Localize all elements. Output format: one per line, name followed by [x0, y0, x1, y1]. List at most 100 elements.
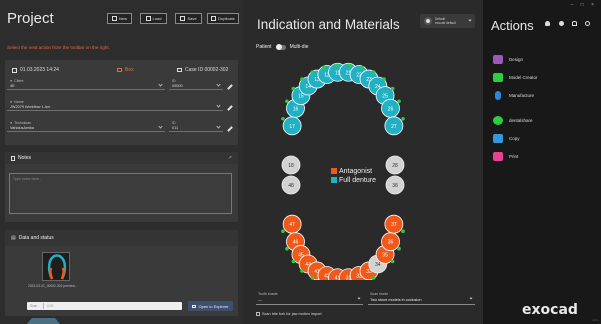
jaw-preview-icon — [47, 254, 67, 280]
action-dentalshare[interactable]: dentalshare — [493, 116, 533, 125]
chevron-down-icon — [469, 296, 473, 300]
folder-id-icon — [177, 68, 182, 72]
person-icon: ● — [10, 79, 13, 83]
tooth-17[interactable]: 17 — [282, 116, 302, 136]
legend-full-denture-label: Full denture — [339, 177, 376, 184]
design-icon — [493, 55, 503, 64]
client-id-select[interactable]: ID 00000 — [169, 79, 223, 90]
tooth-number: 16 — [293, 106, 299, 112]
action-print[interactable]: Print — [493, 152, 518, 161]
bottom-tab[interactable] — [27, 318, 60, 324]
tooth-26[interactable]: 26 — [381, 98, 400, 118]
tooth-marker-dot — [285, 99, 289, 104]
load-button[interactable]: Load — [140, 13, 167, 24]
action-manufacture[interactable]: Manufacture — [493, 91, 534, 100]
tooth-chart[interactable]: 18171615141312 11 21 2223242526272848474645… — [243, 0, 483, 280]
scan-thumbnail[interactable] — [42, 252, 70, 281]
action-copy[interactable]: Copy — [493, 134, 520, 143]
tooth-28[interactable]: 28 — [385, 155, 405, 175]
technician-id-select[interactable]: ID 011 — [169, 121, 223, 132]
tooth-number: 28 — [392, 163, 398, 169]
tooth-37[interactable]: 37 — [384, 214, 404, 234]
notes-textarea[interactable]: Type notes here... — [9, 173, 232, 214]
save-icon — [180, 16, 186, 21]
data-status-header: ▤ Data and status — [5, 230, 238, 246]
technician-select[interactable]: ● Technician VahidusAmika — [7, 121, 165, 132]
tooth-marker-dot — [401, 229, 405, 234]
action-model-creator-label: Model Creator — [509, 75, 538, 80]
load-button-label: Load — [152, 16, 162, 21]
gear-icon[interactable] — [559, 21, 564, 26]
tooth-marker-dot — [390, 86, 395, 91]
edit-technician-pencil-icon[interactable] — [227, 126, 233, 132]
tech-label-wrap: ● Technician — [10, 121, 31, 125]
bite-fork-checkbox-row[interactable]: Scan bite fork for jaw motion import — [256, 312, 322, 316]
open-in-explorer-button[interactable]: Open in Explorer — [188, 301, 233, 311]
tooth-marker-dot — [300, 77, 304, 81]
bell-icon[interactable] — [572, 21, 577, 26]
full-denture-swatch — [331, 177, 337, 183]
box-label: Box — [125, 67, 134, 73]
folder-icon — [145, 16, 151, 21]
bite-fork-checkbox[interactable] — [256, 312, 260, 316]
tooth-marker-dot — [371, 276, 376, 280]
name-label-wrap: ● Name — [10, 100, 24, 104]
help-icon[interactable] — [585, 21, 590, 26]
scan-path-input[interactable]: Scan USB — [27, 302, 182, 310]
edit-client-pencil-icon[interactable] — [227, 84, 233, 90]
indication-panel: Indication and Materials Default exocad … — [243, 0, 483, 324]
client-label-wrap: ● Client — [10, 79, 23, 83]
scan-mode-select[interactable]: Scan mode Two stone models in occlusion — [368, 292, 475, 305]
action-model-creator[interactable]: Model Creator — [493, 73, 538, 82]
duplicate-button-label: Duplicate — [218, 16, 235, 21]
client-select[interactable]: ● Client 4E — [7, 79, 165, 90]
tooth-legend: Antagonist Full denture — [331, 167, 376, 185]
duplicate-button[interactable]: Duplicate — [207, 13, 239, 24]
edit-name-pencil-icon[interactable] — [227, 105, 233, 111]
scan-mode-label: Scan mode — [370, 292, 389, 296]
tooth-number: 47 — [289, 222, 295, 228]
new-button[interactable]: New — [107, 13, 132, 24]
chevron-down-icon — [357, 296, 361, 300]
tooth-number: 15 — [298, 94, 304, 100]
expand-icon[interactable]: ↗ — [228, 155, 232, 161]
antagonist-swatch — [331, 168, 337, 174]
tooth-38[interactable]: 38 — [385, 175, 405, 195]
model-creator-icon — [493, 73, 503, 82]
action-design[interactable]: Design — [493, 55, 523, 64]
tooth-18[interactable]: 18 — [281, 155, 301, 175]
case-date-text: 01.03.2023 14:24 — [20, 67, 59, 73]
tooth-36[interactable]: 36 — [381, 232, 400, 252]
user-icon[interactable] — [545, 21, 550, 26]
save-button[interactable]: Save — [175, 13, 202, 24]
chevron-down-icon — [158, 82, 163, 87]
tooth-marker-dot — [390, 259, 395, 264]
tooth-number: 34 — [375, 262, 381, 268]
action-copy-label: Copy — [509, 136, 520, 141]
tooth-shade-select[interactable]: Tooth shade — — [256, 292, 363, 305]
tooth-marker-dot — [334, 63, 339, 68]
chevron-down-icon — [158, 124, 163, 129]
tooth-marker-dot — [397, 246, 401, 251]
calendar-icon — [12, 67, 17, 73]
client-id-value: 00000 — [172, 84, 183, 88]
exocad-logo: exocad — [522, 302, 578, 318]
next-action-hint: Select the next action from the toolbar … — [7, 45, 110, 50]
case-date: 01.03.2023 14:24 — [12, 67, 59, 73]
tooth-48[interactable]: 48 — [281, 175, 301, 195]
scan-label: Scan — [30, 304, 38, 308]
technician-label: Technician — [14, 121, 32, 125]
client-id-label: ID — [172, 79, 176, 83]
tooth-47[interactable]: 47 — [282, 214, 302, 234]
tooth-marker-dot — [397, 99, 401, 104]
tooth-27[interactable]: 27 — [384, 116, 404, 136]
tooth-number: 46 — [293, 240, 299, 246]
tooth-marker-dot — [360, 65, 364, 70]
client-value: 4E — [10, 84, 15, 88]
notes-header: Notes ↗ — [5, 152, 238, 164]
case-info-card: 01.03.2023 14:24 Box Case ID 00002-302 ●… — [5, 60, 238, 145]
notes-title: Notes — [18, 155, 32, 161]
patient-name-select[interactable]: ● Name JW2079 Workflow 1 Am — [7, 100, 223, 111]
window-controls[interactable]: – □ × — [571, 2, 598, 8]
box-indicator[interactable]: Box — [117, 67, 134, 73]
